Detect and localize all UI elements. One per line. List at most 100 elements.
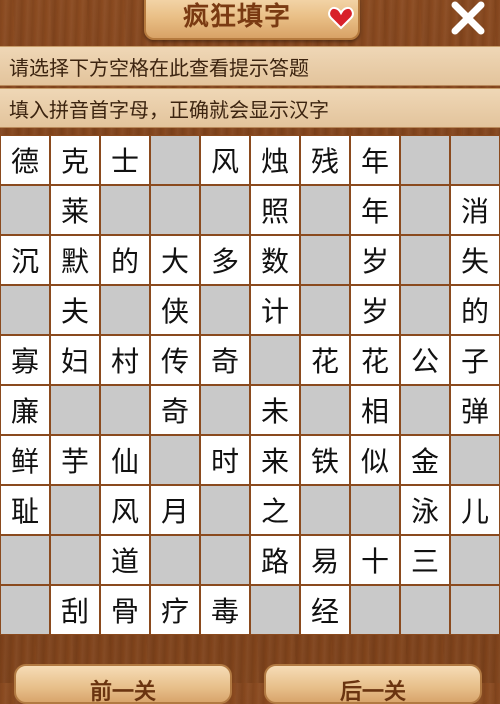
grid-cell-filled[interactable]: 相 (350, 385, 400, 435)
grid-cell-filled[interactable]: 十 (350, 535, 400, 585)
grid-cell-empty[interactable] (350, 585, 400, 635)
grid-cell-filled[interactable]: 子 (450, 335, 500, 385)
grid-cell-empty[interactable] (150, 185, 200, 235)
grid-cell-empty[interactable] (450, 585, 500, 635)
grid-cell-filled[interactable]: 数 (250, 235, 300, 285)
grid-cell-filled[interactable]: 失 (450, 235, 500, 285)
grid-cell-filled[interactable]: 铁 (300, 435, 350, 485)
grid-cell-filled[interactable]: 鲜 (0, 435, 50, 485)
grid-cell-filled[interactable]: 的 (450, 285, 500, 335)
grid-cell-empty[interactable] (200, 535, 250, 585)
grid-cell-empty[interactable] (350, 485, 400, 535)
grid-cell-filled[interactable]: 泳 (400, 485, 450, 535)
grid-cell-filled[interactable]: 传 (150, 335, 200, 385)
grid-cell-empty[interactable] (50, 535, 100, 585)
grid-cell-empty[interactable] (150, 535, 200, 585)
grid-cell-filled[interactable]: 耻 (0, 485, 50, 535)
grid-cell-empty[interactable] (100, 385, 150, 435)
grid-cell-empty[interactable] (200, 285, 250, 335)
grid-cell-filled[interactable]: 大 (150, 235, 200, 285)
grid-cell-filled[interactable]: 照 (250, 185, 300, 235)
grid-cell-empty[interactable] (250, 585, 300, 635)
grid-cell-empty[interactable] (200, 385, 250, 435)
grid-cell-filled[interactable]: 儿 (450, 485, 500, 535)
grid-cell-filled[interactable]: 德 (0, 135, 50, 185)
grid-cell-filled[interactable]: 默 (50, 235, 100, 285)
grid-cell-empty[interactable] (300, 185, 350, 235)
grid-cell-filled[interactable]: 奇 (200, 335, 250, 385)
grid-cell-filled[interactable]: 克 (50, 135, 100, 185)
grid-cell-empty[interactable] (0, 285, 50, 335)
grid-cell-empty[interactable] (400, 135, 450, 185)
grid-cell-empty[interactable] (400, 235, 450, 285)
grid-cell-filled[interactable]: 花 (300, 335, 350, 385)
grid-cell-filled[interactable]: 烛 (250, 135, 300, 185)
grid-cell-filled[interactable]: 莱 (50, 185, 100, 235)
grid-cell-filled[interactable]: 的 (100, 235, 150, 285)
grid-cell-filled[interactable]: 侠 (150, 285, 200, 335)
grid-cell-filled[interactable]: 仙 (100, 435, 150, 485)
grid-cell-filled[interactable]: 风 (100, 485, 150, 535)
grid-cell-filled[interactable]: 似 (350, 435, 400, 485)
grid-cell-empty[interactable] (200, 485, 250, 535)
grid-cell-empty[interactable] (150, 435, 200, 485)
grid-cell-empty[interactable] (300, 385, 350, 435)
grid-cell-filled[interactable]: 消 (450, 185, 500, 235)
grid-cell-filled[interactable]: 三 (400, 535, 450, 585)
grid-cell-filled[interactable]: 骨 (100, 585, 150, 635)
grid-cell-empty[interactable] (300, 285, 350, 335)
grid-cell-filled[interactable]: 士 (100, 135, 150, 185)
grid-cell-empty[interactable] (450, 135, 500, 185)
grid-cell-empty[interactable] (400, 185, 450, 235)
grid-cell-empty[interactable] (50, 485, 100, 535)
grid-cell-filled[interactable]: 寡 (0, 335, 50, 385)
grid-cell-empty[interactable] (0, 185, 50, 235)
grid-cell-filled[interactable]: 公 (400, 335, 450, 385)
grid-cell-empty[interactable] (400, 385, 450, 435)
grid-cell-filled[interactable]: 沉 (0, 235, 50, 285)
grid-cell-empty[interactable] (50, 385, 100, 435)
grid-cell-filled[interactable]: 疗 (150, 585, 200, 635)
grid-cell-empty[interactable] (200, 185, 250, 235)
grid-cell-filled[interactable]: 月 (150, 485, 200, 535)
grid-cell-filled[interactable]: 多 (200, 235, 250, 285)
grid-cell-filled[interactable]: 村 (100, 335, 150, 385)
grid-cell-filled[interactable]: 路 (250, 535, 300, 585)
grid-cell-filled[interactable]: 年 (350, 185, 400, 235)
grid-cell-empty[interactable] (100, 185, 150, 235)
grid-cell-filled[interactable]: 刮 (50, 585, 100, 635)
previous-level-button[interactable]: 前一关 (14, 664, 232, 704)
grid-cell-filled[interactable]: 残 (300, 135, 350, 185)
grid-cell-filled[interactable]: 花 (350, 335, 400, 385)
grid-cell-filled[interactable]: 廉 (0, 385, 50, 435)
grid-cell-filled[interactable]: 芋 (50, 435, 100, 485)
grid-cell-filled[interactable]: 风 (200, 135, 250, 185)
grid-cell-filled[interactable]: 易 (300, 535, 350, 585)
grid-cell-filled[interactable]: 道 (100, 535, 150, 585)
grid-cell-empty[interactable] (400, 285, 450, 335)
grid-cell-empty[interactable] (0, 585, 50, 635)
grid-cell-empty[interactable] (450, 435, 500, 485)
grid-cell-filled[interactable]: 经 (300, 585, 350, 635)
grid-cell-filled[interactable]: 奇 (150, 385, 200, 435)
grid-cell-filled[interactable]: 年 (350, 135, 400, 185)
grid-cell-empty[interactable] (150, 135, 200, 185)
grid-cell-filled[interactable]: 之 (250, 485, 300, 535)
grid-cell-empty[interactable] (400, 585, 450, 635)
grid-cell-filled[interactable]: 妇 (50, 335, 100, 385)
grid-cell-filled[interactable]: 未 (250, 385, 300, 435)
grid-cell-filled[interactable]: 夫 (50, 285, 100, 335)
grid-cell-filled[interactable]: 岁 (350, 285, 400, 335)
grid-cell-empty[interactable] (250, 335, 300, 385)
grid-cell-filled[interactable]: 岁 (350, 235, 400, 285)
grid-cell-empty[interactable] (450, 535, 500, 585)
grid-cell-filled[interactable]: 时 (200, 435, 250, 485)
grid-cell-filled[interactable]: 毒 (200, 585, 250, 635)
grid-cell-empty[interactable] (300, 235, 350, 285)
grid-cell-empty[interactable] (300, 485, 350, 535)
grid-cell-filled[interactable]: 金 (400, 435, 450, 485)
next-level-button[interactable]: 后一关 (264, 664, 482, 704)
grid-cell-empty[interactable] (100, 285, 150, 335)
grid-cell-filled[interactable]: 弹 (450, 385, 500, 435)
grid-cell-filled[interactable]: 来 (250, 435, 300, 485)
